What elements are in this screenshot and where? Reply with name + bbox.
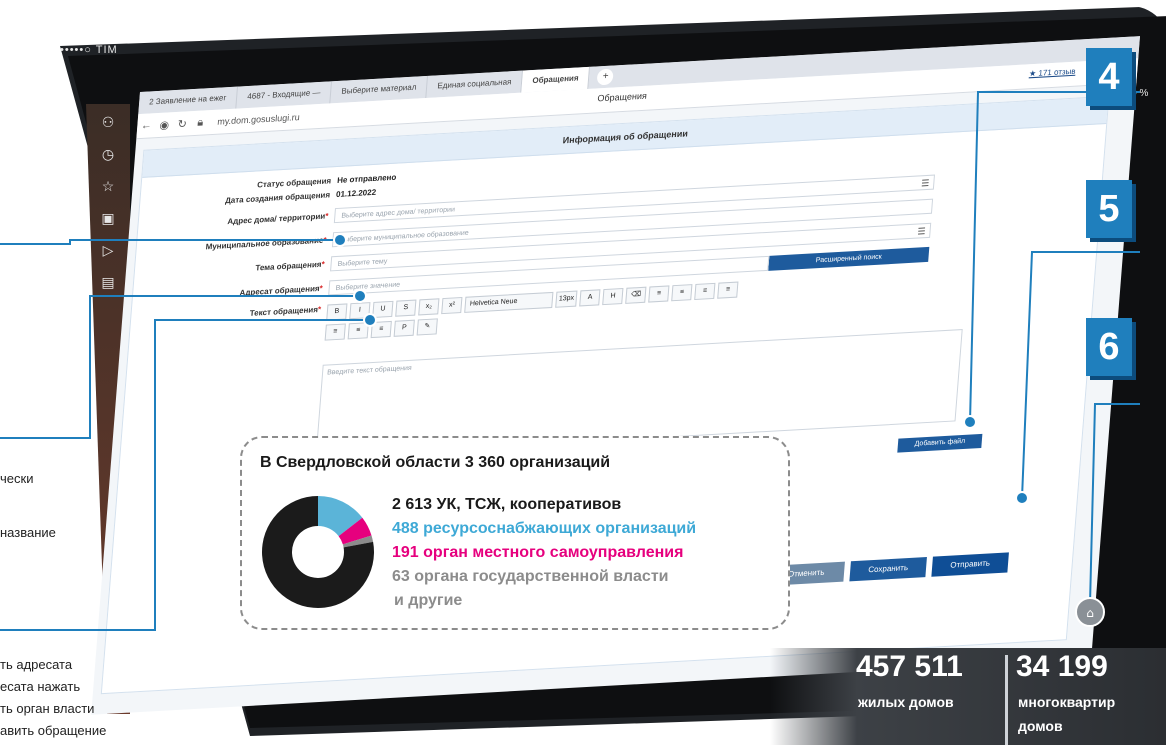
attach-file-button[interactable]: Добавить файл xyxy=(897,433,983,453)
stat-apartments-label-2: домов xyxy=(1018,718,1063,734)
align-left-button[interactable]: ≡ xyxy=(648,285,670,303)
info-line-uk: 2 613 УК, ТСЖ, кооперативов xyxy=(392,496,622,513)
send-button[interactable]: Отправить xyxy=(931,552,1009,577)
font-select[interactable]: Helvetica Neue xyxy=(464,291,554,313)
bold-button[interactable]: B xyxy=(326,303,348,321)
stat-houses-label: жилых домов xyxy=(858,694,954,710)
underline-button[interactable]: U xyxy=(372,300,394,319)
new-tab-icon[interactable]: + xyxy=(596,68,615,86)
rating-link[interactable]: ★ 171 отзыв xyxy=(1029,67,1076,80)
extended-search-button[interactable]: Расширенный поиск xyxy=(768,246,930,271)
carrier-status: •••••○ TIM xyxy=(60,44,118,56)
subscript-button[interactable]: x₂ xyxy=(418,298,440,316)
left-caption-6: авить обращение xyxy=(0,723,107,738)
clear-format-button[interactable]: ⌫ xyxy=(625,286,647,304)
list-icon[interactable]: ☰ xyxy=(917,224,926,240)
left-caption-5: ть орган власти xyxy=(0,701,95,716)
heading-button[interactable]: H xyxy=(602,287,624,306)
font-color-button[interactable]: A xyxy=(579,289,601,307)
municipality-placeholder: Выберите муниципальное образование xyxy=(339,229,469,244)
italic-button[interactable]: I xyxy=(349,302,371,320)
list-number-button[interactable]: ≡ xyxy=(347,322,369,340)
history-icon[interactable]: ◷ xyxy=(98,144,118,164)
collections-icon[interactable]: ▣ xyxy=(98,208,118,228)
step-6-badge: 6 xyxy=(1086,318,1132,376)
align-right-button[interactable]: ≡ xyxy=(694,282,716,301)
superscript-button[interactable]: x² xyxy=(441,296,463,315)
back-icon[interactable]: ← xyxy=(137,119,156,132)
form-actions: Отменить Сохранить Отправить xyxy=(767,552,1009,586)
left-caption-2: название xyxy=(0,525,56,540)
topic-label: Тема обращения xyxy=(255,259,322,273)
star-icon[interactable]: ☆ xyxy=(98,176,118,196)
user-icon[interactable]: ⚇ xyxy=(98,112,118,132)
list-icon[interactable]: ☰ xyxy=(921,176,930,192)
organizations-infobox: В Свердловской области 3 360 организаций… xyxy=(240,436,790,630)
step-4-badge: 4 xyxy=(1086,48,1132,106)
organizations-donut xyxy=(262,496,374,608)
reload-icon[interactable]: ↻ xyxy=(173,117,192,131)
left-caption-3: ть адресата xyxy=(0,657,73,672)
infobox-title: В Свердловской области 3 360 организаций xyxy=(260,454,611,471)
lock-icon: 🔒︎ xyxy=(196,115,204,129)
strike-button[interactable]: S xyxy=(395,299,417,317)
info-line-omsu: 191 орган местного самоуправления xyxy=(392,544,684,561)
size-select[interactable]: 13px xyxy=(555,290,578,308)
align-center-button[interactable]: ≡ xyxy=(671,284,693,302)
stat-houses-value: 457 511 xyxy=(856,650,963,683)
info-line-rso: 488 ресурсоснабжающих организаций xyxy=(392,520,697,537)
address-placeholder: Выберите адрес дома/ территории xyxy=(341,206,456,220)
donut-slices xyxy=(262,496,374,608)
indent-button[interactable]: ≡ xyxy=(370,320,392,339)
play-icon[interactable]: ▷ xyxy=(98,240,118,260)
paragraph-button[interactable]: P xyxy=(393,319,415,337)
info-line-ogv: 63 органа государственной власти xyxy=(392,568,669,585)
stats-divider xyxy=(1005,655,1008,745)
date-value: 01.12.2022 xyxy=(335,187,377,200)
page-title: Обращения xyxy=(597,90,648,104)
addressee-label: Адресат обращения xyxy=(239,283,320,298)
addressee-placeholder: Выберите значение xyxy=(335,281,401,293)
link-button[interactable]: ✎ xyxy=(416,318,438,336)
left-caption-1: чески xyxy=(0,471,34,486)
align-justify-button[interactable]: ≡ xyxy=(717,281,739,299)
url-text[interactable]: my.dom.gosuslugi.ru xyxy=(217,112,300,127)
left-caption-4: есата нажать xyxy=(0,679,81,694)
text-label: Текст обращения xyxy=(249,305,319,318)
address-label: Адрес дома/ территории xyxy=(227,211,326,227)
status-value: Не отправлено xyxy=(336,172,397,185)
stat-apartments-label: многоквартир xyxy=(1018,694,1116,710)
apps-icon[interactable]: ▤ xyxy=(98,272,118,292)
municipality-label: Муниципальное образование xyxy=(205,235,324,252)
list-bullet-button[interactable]: ≡ xyxy=(324,323,346,341)
topic-placeholder: Выберите тему xyxy=(337,258,388,268)
stat-apartments-value: 34 199 xyxy=(1016,650,1108,683)
shield-icon[interactable]: ◉ xyxy=(155,118,174,132)
info-line-other: и другие xyxy=(394,592,463,609)
save-button[interactable]: Сохранить xyxy=(849,557,927,582)
step-5-badge: 5 xyxy=(1086,180,1132,238)
